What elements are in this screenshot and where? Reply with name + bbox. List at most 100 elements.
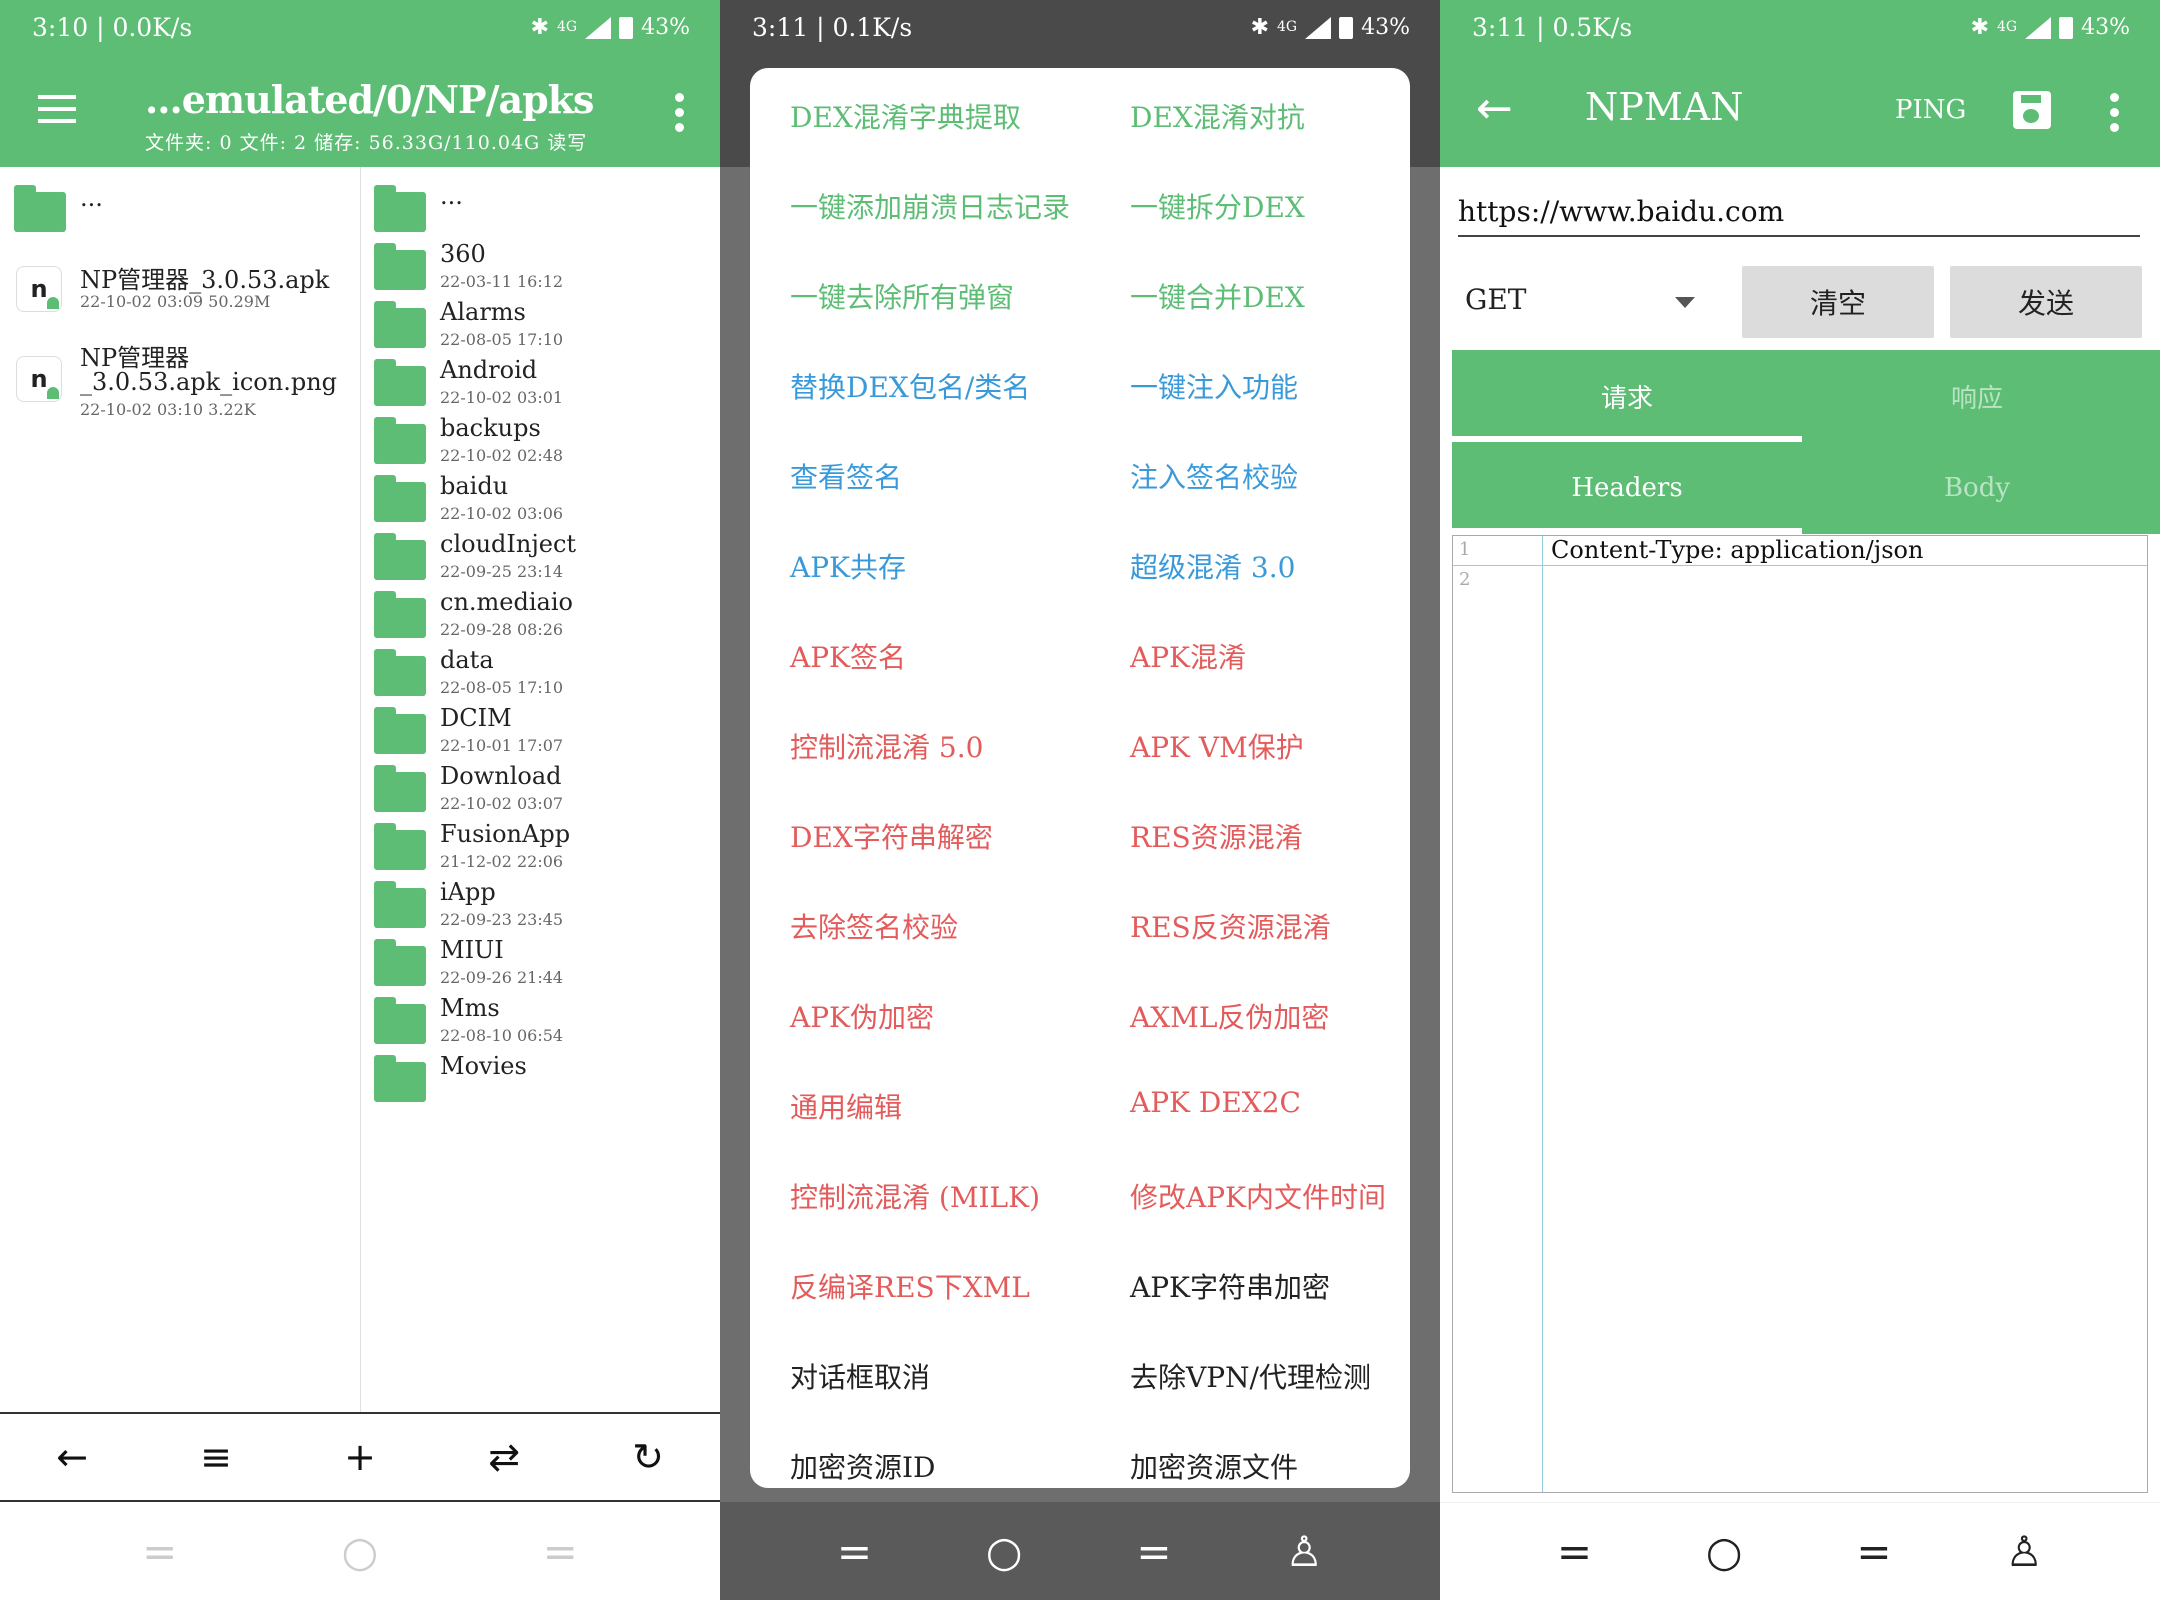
menu-item[interactable]: 一键添加崩溃日志记录: [790, 186, 1070, 226]
tab-response-label: 响应: [1950, 383, 2003, 414]
menu-item[interactable]: 一键合并DEX: [1130, 276, 1305, 316]
menu-item[interactable]: APK伪加密: [790, 996, 934, 1036]
folder-icon: [374, 997, 426, 1044]
menu-item[interactable]: 去除VPN/代理检测: [1130, 1356, 1371, 1396]
method-select[interactable]: GET: [1465, 283, 1526, 316]
folder-date: 22-10-02 03:06: [440, 504, 564, 523]
home-icon[interactable]: ○: [1706, 1527, 1743, 1576]
more-options-icon[interactable]: [675, 93, 685, 138]
battery-level: 43%: [1361, 15, 1410, 40]
menu-item[interactable]: DEX混淆字典提取: [790, 96, 1021, 136]
menu-item[interactable]: 修改APK内文件时间: [1130, 1176, 1386, 1216]
url-input[interactable]: https://www.baidu.com: [1458, 195, 2140, 237]
menu-item[interactable]: 加密资源ID: [790, 1446, 936, 1486]
back-icon[interactable]: ←: [56, 1435, 88, 1479]
menu-item[interactable]: 加密资源文件: [1130, 1446, 1298, 1486]
home-icon[interactable]: ○: [986, 1527, 1023, 1576]
folder-name[interactable]: Download: [440, 762, 562, 790]
tab-body[interactable]: Body: [1802, 442, 2152, 534]
folder-icon: [374, 591, 426, 638]
menu-item[interactable]: 替换DEX包名/类名: [790, 366, 1030, 406]
folder-name[interactable]: FusionApp: [440, 820, 570, 848]
save-icon[interactable]: [2013, 91, 2051, 129]
status-time: 3:11 | 0.5K/s: [1472, 13, 1633, 42]
folder-icon: [374, 707, 426, 754]
back-arrow-icon[interactable]: ←: [1476, 83, 1513, 134]
menu-item[interactable]: AXML反伪加密: [1130, 996, 1329, 1036]
folder-name[interactable]: MIUI: [440, 936, 504, 964]
back-nav-icon[interactable]: =: [543, 1527, 578, 1576]
send-button[interactable]: 发送: [1950, 266, 2142, 338]
home-icon[interactable]: ○: [342, 1527, 379, 1576]
folder-name[interactable]: cloudInject: [440, 530, 576, 558]
folder-name[interactable]: iApp: [440, 878, 496, 906]
menu-item[interactable]: 通用编辑: [790, 1086, 902, 1126]
menu-item[interactable]: 一键拆分DEX: [1130, 186, 1305, 226]
folder-name[interactable]: DCIM: [440, 704, 512, 732]
menu-icon[interactable]: [38, 95, 76, 127]
swap-icon[interactable]: ⇄: [488, 1435, 520, 1479]
folder-name[interactable]: data: [440, 646, 494, 674]
folder-name[interactable]: baidu: [440, 472, 508, 500]
list-item-name[interactable]: NP管理器_3.0.53.apk: [80, 260, 329, 295]
ping-button[interactable]: PING: [1895, 95, 1966, 125]
menu-item[interactable]: APK字符串加密: [1130, 1266, 1330, 1306]
clear-button[interactable]: 清空: [1742, 266, 1934, 338]
folder-date: 22-09-28 08:26: [440, 620, 564, 639]
more-options-icon[interactable]: [2110, 93, 2120, 138]
folder-icon: [374, 881, 426, 928]
menu-item[interactable]: 控制流混淆 5.0: [790, 726, 983, 766]
list-item-name[interactable]: ...: [80, 184, 103, 212]
accessibility-icon[interactable]: ♙: [2005, 1527, 2043, 1576]
menu-item[interactable]: APK混淆: [1130, 636, 1246, 676]
status-bar: 3:11 | 0.5K/s ✱ 4G 43%: [1440, 0, 2160, 55]
menu-item[interactable]: APK共存: [790, 546, 906, 586]
folder-date: 21-12-02 22:06: [440, 852, 564, 871]
folder-date: 22-03-11 16:12: [440, 272, 564, 291]
menu-item[interactable]: APK签名: [790, 636, 906, 676]
menu-item[interactable]: 超级混淆 3.0: [1130, 546, 1295, 586]
tab-headers[interactable]: Headers: [1452, 442, 1802, 534]
dropdown-caret-icon[interactable]: [1675, 297, 1695, 308]
menu-item[interactable]: DEX字符串解密: [790, 816, 993, 856]
folder-name[interactable]: Movies: [440, 1052, 527, 1080]
list-view-icon[interactable]: ≡: [200, 1435, 232, 1479]
folder-name[interactable]: ...: [440, 182, 463, 210]
folder-name[interactable]: Mms: [440, 994, 500, 1022]
folder-name[interactable]: backups: [440, 414, 541, 442]
folder-name[interactable]: 360: [440, 240, 486, 268]
bluetooth-icon: ✱: [1970, 15, 1989, 40]
accessibility-icon[interactable]: ♙: [1285, 1527, 1323, 1576]
menu-item[interactable]: 一键去除所有弹窗: [790, 276, 1014, 316]
menu-item[interactable]: 查看签名: [790, 456, 902, 496]
menu-item[interactable]: 反编译RES下XML: [790, 1266, 1030, 1306]
add-icon[interactable]: +: [344, 1435, 376, 1479]
menu-item[interactable]: 对话框取消: [790, 1356, 930, 1396]
bottom-toolbar: ← ≡ + ⇄ ↻: [0, 1412, 720, 1502]
folder-icon: [374, 243, 426, 290]
menu-item[interactable]: APK DEX2C: [1130, 1086, 1301, 1119]
folder-name[interactable]: Android: [440, 356, 537, 384]
code-line[interactable]: Content-Type: application/json: [1551, 536, 1923, 564]
tab-request[interactable]: 请求: [1452, 350, 1802, 442]
recent-apps-icon[interactable]: =: [142, 1527, 177, 1576]
menu-item[interactable]: 去除签名校验: [790, 906, 958, 946]
column-divider: [360, 167, 361, 1412]
menu-item[interactable]: 注入签名校验: [1130, 456, 1298, 496]
tab-response[interactable]: 响应: [1802, 350, 2152, 442]
menu-item[interactable]: RES资源混淆: [1130, 816, 1303, 856]
back-nav-icon[interactable]: =: [1856, 1527, 1891, 1576]
menu-item[interactable]: RES反资源混淆: [1130, 906, 1331, 946]
folder-name[interactable]: cn.mediaio: [440, 588, 573, 616]
folder-name[interactable]: Alarms: [440, 298, 526, 326]
refresh-icon[interactable]: ↻: [632, 1435, 664, 1479]
menu-item[interactable]: APK VM保护: [1130, 726, 1304, 766]
signal-icon: [585, 16, 612, 39]
menu-item[interactable]: 控制流混淆 (MILK): [790, 1176, 1040, 1216]
recent-apps-icon[interactable]: =: [1557, 1527, 1592, 1576]
back-nav-icon[interactable]: =: [1136, 1527, 1171, 1576]
headers-editor[interactable]: 1 2 Content-Type: application/json: [1452, 535, 2148, 1493]
menu-item[interactable]: 一键注入功能: [1130, 366, 1298, 406]
menu-item[interactable]: DEX混淆对抗: [1130, 96, 1305, 136]
recent-apps-icon[interactable]: =: [837, 1527, 872, 1576]
